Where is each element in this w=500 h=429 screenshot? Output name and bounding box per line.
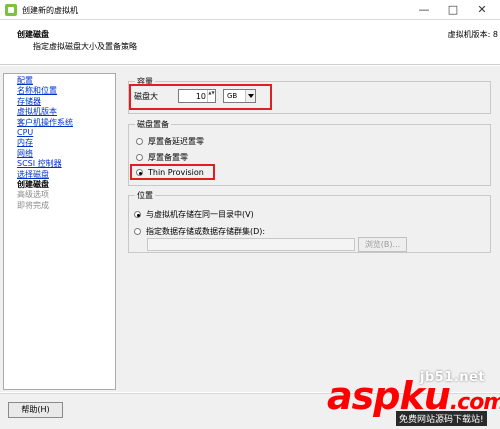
thick-eager-zeroed-option[interactable]: 厚置备置零	[136, 152, 188, 163]
wizard-header: 创建磁盘 指定虚拟磁盘大小及置备策略 虚拟机版本: 8	[0, 21, 500, 65]
page-subtitle: 指定虚拟磁盘大小及置备策略	[33, 42, 137, 51]
close-button[interactable]: ✕	[470, 2, 494, 17]
step-scsi-controller[interactable]: SCSI 控制器	[17, 159, 115, 169]
thick-lazy-zeroed-label: 厚置备延迟置零	[148, 137, 204, 146]
wizard-step-list: 配置 名称和位置 存储器 虚拟机版本 客户机操作系统 CPU 内存 网络 SCS…	[3, 73, 116, 390]
specify-datastore-radio[interactable]	[134, 228, 141, 235]
window-title: 创建新的虚拟机	[22, 6, 78, 15]
step-storage[interactable]: 存储器	[17, 97, 115, 107]
step-network[interactable]: 网络	[17, 149, 115, 159]
step-name-location[interactable]: 名称和位置	[17, 86, 115, 96]
page-title: 创建磁盘	[17, 30, 49, 39]
watermark-tagline: 免费网站源码下载站!	[396, 411, 487, 426]
thick-lazy-zeroed-option[interactable]: 厚置备延迟置零	[136, 136, 204, 147]
specify-datastore-label: 指定数据存储或数据存储群集(D):	[146, 227, 266, 236]
thick-lazy-zeroed-radio[interactable]	[136, 138, 143, 145]
step-vm-version[interactable]: 虚拟机版本	[17, 107, 115, 117]
step-select-disk[interactable]: 选择磁盘	[17, 170, 115, 180]
thick-eager-zeroed-radio[interactable]	[136, 154, 143, 161]
store-with-vm-radio[interactable]	[134, 211, 141, 218]
step-advanced-options: 高级选项	[17, 190, 49, 200]
minimize-button[interactable]: —	[412, 2, 436, 17]
browse-button[interactable]: 浏览(B)...	[358, 237, 407, 252]
provisioning-legend: 磁盘置备	[135, 119, 171, 130]
step-create-disk: 创建磁盘	[17, 179, 49, 189]
maximize-button[interactable]: □	[441, 2, 465, 17]
capacity-highlight-box	[129, 84, 272, 110]
vm-version-label: 虚拟机版本: 8	[447, 30, 498, 39]
thick-eager-zeroed-label: 厚置备置零	[148, 153, 188, 162]
step-cpu[interactable]: CPU	[17, 128, 115, 138]
store-with-vm-label: 与虚拟机存储在同一目录中(V)	[146, 210, 254, 219]
datastore-path-input[interactable]	[147, 238, 355, 251]
step-ready-to-complete: 即将完成	[17, 200, 49, 210]
help-button[interactable]: 帮助(H)	[8, 402, 63, 418]
thin-provision-highlight-box	[130, 164, 215, 180]
store-with-vm-option[interactable]: 与虚拟机存储在同一目录中(V)	[134, 209, 254, 220]
step-memory[interactable]: 内存	[17, 138, 115, 148]
location-legend: 位置	[135, 190, 155, 201]
step-configuration[interactable]: 配置	[17, 76, 115, 86]
step-guest-os[interactable]: 客户机操作系统	[17, 118, 115, 128]
vm-app-icon	[5, 4, 17, 16]
specify-datastore-option[interactable]: 指定数据存储或数据存储群集(D):	[134, 226, 265, 237]
title-bar: 创建新的虚拟机 — □ ✕	[0, 0, 500, 20]
